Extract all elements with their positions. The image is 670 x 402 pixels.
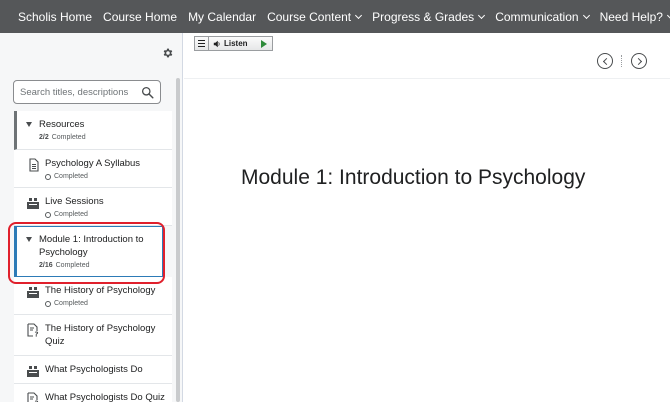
nav-my-calendar[interactable]: My Calendar — [188, 10, 256, 24]
toc-topic-status: Completed — [45, 211, 166, 218]
toc-topic-history[interactable]: The History of Psychology Completed — [14, 277, 172, 315]
toc-topic-what-psychologists-do[interactable]: What Psychologists Do — [14, 356, 172, 384]
live-session-icon — [27, 287, 39, 298]
nav-need-help-label: Need Help? — [599, 9, 663, 24]
search-icon[interactable] — [141, 86, 154, 99]
chevron-down-icon — [355, 11, 363, 19]
check-circle-icon — [45, 211, 51, 218]
table-of-contents-sidebar: Resources 2/2Completed Psychology A Syll… — [0, 33, 183, 402]
search-field — [13, 80, 161, 104]
chevron-down-icon — [582, 11, 590, 19]
toc-topic-status: Completed — [45, 173, 166, 180]
toc-topic-what-psychologists-do-quiz[interactable]: ? What Psychologists Do Quiz — [14, 384, 172, 402]
toc-module-progress: 2/2 Completed — [39, 134, 166, 141]
quiz-icon: ? — [27, 323, 39, 338]
live-session-icon — [27, 198, 39, 209]
toc-topic-history-quiz[interactable]: ? The History of Psychology Quiz — [14, 315, 172, 356]
menu-icon[interactable] — [195, 37, 209, 50]
listen-widget: Listen — [194, 36, 273, 51]
status-text: Completed — [54, 173, 88, 180]
chevron-down-icon — [478, 11, 486, 19]
nav-communication-dropdown[interactable]: Communication — [495, 9, 590, 24]
nav-course-content-label: Course Content — [267, 9, 352, 24]
speaker-icon[interactable] — [213, 40, 221, 48]
toc-module-1-selected[interactable]: Module 1: Introduction to Psychology 2/1… — [14, 226, 163, 277]
toc-topic-title: What Psychologists Do Quiz — [45, 392, 165, 402]
toc-topic-status: Completed — [45, 300, 166, 307]
toc-topic-title: The History of Psychology Quiz — [45, 323, 156, 347]
status-text: Completed — [54, 300, 88, 307]
nav-need-help-dropdown[interactable]: Need Help? — [600, 10, 670, 24]
caret-down-icon[interactable] — [26, 122, 32, 127]
previous-button[interactable] — [597, 53, 613, 69]
progress-count: 2/2 — [39, 134, 49, 141]
live-session-icon — [27, 366, 39, 377]
content-toolbar: Listen — [184, 33, 670, 79]
quiz-icon: ? — [27, 392, 39, 402]
page-title: Module 1: Introduction to Psychology — [241, 166, 586, 189]
document-icon — [29, 158, 39, 172]
search-input[interactable] — [20, 85, 135, 100]
progress-label: Completed — [55, 262, 90, 269]
nav-my-calendar-label: My Calendar — [188, 9, 257, 24]
toc-topic-syllabus[interactable]: Psychology A Syllabus Completed — [14, 150, 172, 188]
toc-list: Resources 2/2 Completed Psychology A Syll… — [0, 111, 172, 402]
toc-topic-title: What Psychologists Do — [45, 364, 143, 375]
next-button[interactable] — [631, 53, 647, 69]
nav-course-content-dropdown[interactable]: Course Content — [267, 9, 363, 24]
toc-topic-title: The History of Psychology — [45, 285, 156, 296]
check-circle-icon — [45, 300, 51, 307]
nav-scholis-home[interactable]: Scholis Home — [18, 10, 92, 24]
status-text: Completed — [54, 211, 88, 218]
toc-topic-live-sessions[interactable]: Live Sessions Completed — [14, 188, 172, 226]
toc-module-resources[interactable]: Resources 2/2 Completed — [14, 111, 172, 150]
progress-count: 2/16 — [39, 262, 53, 269]
toc-module-title: Module 1: Introduction to Psychology — [39, 234, 144, 258]
nav-course-home[interactable]: Course Home — [103, 10, 177, 24]
play-icon[interactable] — [261, 39, 267, 48]
chevron-left-icon — [602, 57, 610, 65]
nav-scholis-home-label: Scholis Home — [18, 9, 93, 24]
top-navigation-bar: Scholis Home Course Home My Calendar Cou… — [0, 0, 670, 33]
nav-progress-grades-label: Progress & Grades — [372, 9, 475, 24]
caret-down-icon[interactable] — [26, 237, 32, 242]
toc-topic-title: Live Sessions — [45, 196, 104, 207]
progress-label: Completed — [51, 134, 86, 141]
main-content: Listen Module 1: Introduction to Psychol… — [184, 33, 670, 402]
nav-progress-grades-dropdown[interactable]: Progress & Grades — [372, 9, 486, 24]
toc-module-title: Resources — [39, 119, 85, 130]
sidebar-scrollbar[interactable] — [176, 78, 180, 402]
nav-communication-label: Communication — [495, 9, 579, 24]
toc-module-progress: 2/16 Completed — [39, 262, 156, 269]
toc-topic-title: Psychology A Syllabus — [45, 158, 141, 169]
chevron-right-icon — [634, 57, 642, 65]
pager-divider — [621, 55, 622, 67]
nav-course-home-label: Course Home — [103, 9, 178, 24]
svg-text:?: ? — [35, 331, 39, 338]
check-circle-icon — [45, 173, 51, 180]
gear-icon[interactable] — [162, 47, 174, 59]
listen-button[interactable]: Listen — [224, 39, 248, 48]
